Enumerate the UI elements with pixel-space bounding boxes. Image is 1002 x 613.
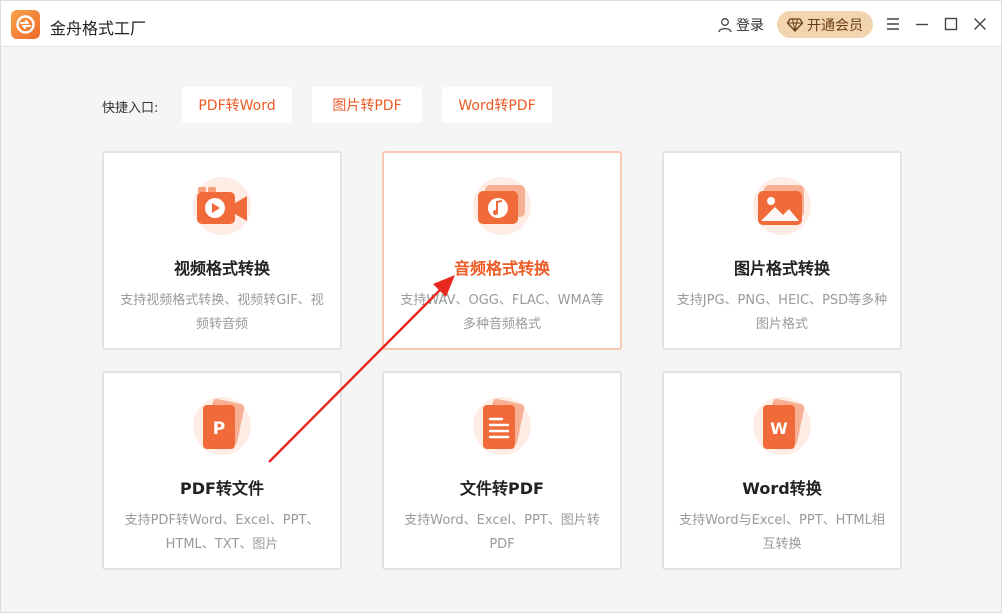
- card-title: Word转换: [742, 479, 822, 498]
- card-title: 文件转PDF: [460, 479, 544, 498]
- card-title: PDF转文件: [180, 479, 264, 498]
- quick-pdf-to-word-button[interactable]: PDF转Word: [182, 87, 292, 123]
- card-description: 支持视频格式转换、视频转GIF、视频转音频: [120, 293, 324, 332]
- maximize-icon[interactable]: [942, 15, 960, 33]
- card-pdf-to-file[interactable]: P PDF转文件 支持PDF转Word、Excel、PPT、HTML、TXT、图…: [102, 371, 342, 570]
- svg-text:W: W: [770, 419, 788, 438]
- quick-image-to-pdf-button[interactable]: 图片转PDF: [312, 87, 422, 123]
- vip-label: 开通会员: [807, 17, 863, 34]
- app-title: 金舟格式工厂: [50, 19, 147, 38]
- card-file-to-pdf[interactable]: 文件转PDF 支持Word、Excel、PPT、图片转PDF: [382, 371, 622, 570]
- word-icon: W: [753, 397, 811, 455]
- user-icon: [718, 18, 732, 33]
- close-icon[interactable]: [971, 15, 989, 33]
- card-title: 图片格式转换: [733, 259, 830, 278]
- app-window: 金舟格式工厂 登录 开通会员 快捷入口: PDF转Word 图片转PDF Wor…: [0, 0, 1002, 613]
- menu-icon[interactable]: [884, 15, 902, 33]
- vip-button[interactable]: 开通会员: [777, 11, 873, 38]
- card-title: 音频格式转换: [453, 259, 550, 278]
- title-bar: 金舟格式工厂 登录 开通会员: [1, 1, 1001, 47]
- card-word-convert[interactable]: W Word转换 支持Word与Excel、PPT、HTML相互转换: [662, 371, 902, 570]
- quick-entry-label: 快捷入口:: [102, 101, 159, 116]
- minimize-icon[interactable]: [913, 15, 931, 33]
- audio-icon: [473, 177, 531, 235]
- image-icon: [753, 177, 811, 235]
- document-icon: [473, 397, 531, 455]
- card-title: 视频格式转换: [173, 259, 270, 278]
- svg-text:P: P: [213, 419, 225, 439]
- card-video-convert[interactable]: 视频格式转换 支持视频格式转换、视频转GIF、视频转音频: [102, 151, 342, 350]
- card-description: 支持Word与Excel、PPT、HTML相互转换: [679, 513, 885, 552]
- video-icon: [193, 177, 251, 235]
- card-description: 支持PDF转Word、Excel、PPT、HTML、TXT、图片: [124, 513, 320, 552]
- login-label: 登录: [736, 18, 764, 34]
- card-description: 支持Word、Excel、PPT、图片转PDF: [404, 513, 600, 552]
- app-logo-icon: [11, 10, 40, 39]
- pdf-icon: P: [193, 397, 251, 455]
- card-description: 支持WAV、OGG、FLAC、WMA等多种音频格式: [400, 293, 604, 332]
- diamond-icon: [787, 17, 803, 32]
- quick-word-to-pdf-button[interactable]: Word转PDF: [442, 87, 552, 123]
- card-audio-convert[interactable]: 音频格式转换 支持WAV、OGG、FLAC、WMA等多种音频格式: [382, 151, 622, 350]
- card-image-convert[interactable]: 图片格式转换 支持JPG、PNG、HEIC、PSD等多种图片格式: [662, 151, 902, 350]
- login-button[interactable]: 登录: [717, 15, 764, 35]
- card-description: 支持JPG、PNG、HEIC、PSD等多种图片格式: [676, 293, 888, 332]
